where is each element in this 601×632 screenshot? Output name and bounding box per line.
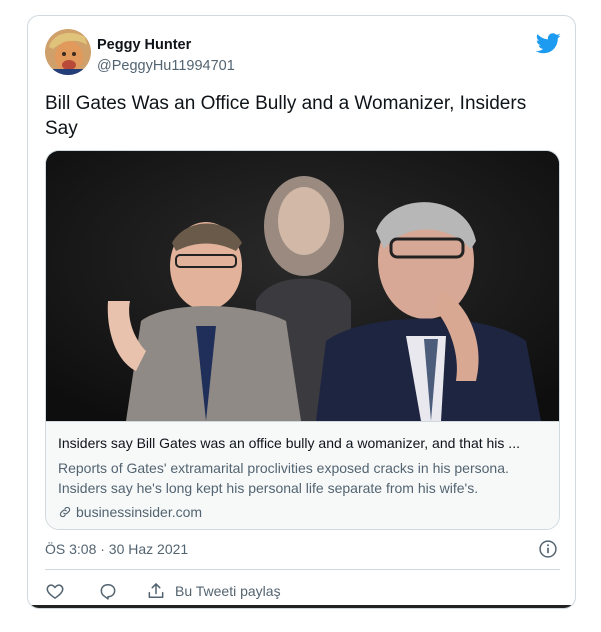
divider	[45, 569, 560, 570]
avatar[interactable]	[45, 29, 91, 75]
tweet-embed: Peggy Hunter @PeggyHu11994701 Bill Gates…	[27, 15, 576, 609]
card-domain[interactable]: businessinsider.com	[58, 504, 202, 520]
card-title[interactable]: Insiders say Bill Gates was an office bu…	[58, 435, 548, 451]
like-button[interactable]	[45, 581, 65, 601]
author-handle[interactable]: @PeggyHu11994701	[97, 58, 235, 74]
card-description: Reports of Gates' extramarital proclivit…	[58, 460, 509, 496]
card-domain-label: businessinsider.com	[76, 504, 203, 520]
reply-button[interactable]	[98, 581, 118, 601]
share-button[interactable]: Bu Tweeti paylaş	[146, 581, 281, 601]
share-upload-icon	[148, 583, 164, 598]
twitter-bird-icon[interactable]	[536, 33, 561, 54]
author-name[interactable]: Peggy Hunter	[97, 37, 191, 53]
reply-bubble-icon	[100, 584, 116, 600]
tweet-timestamp[interactable]: ÖS 3:08 · 30 Haz 2021	[45, 541, 188, 557]
heart-icon	[46, 584, 64, 599]
link-icon	[59, 506, 71, 518]
share-label: Bu Tweeti paylaş	[175, 583, 281, 599]
tweet-text: Bill Gates Was an Office Bully and a Wom…	[45, 93, 527, 139]
info-icon[interactable]	[538, 539, 558, 559]
tweet-actions: Bu Tweeti paylaş	[45, 579, 281, 603]
card-image	[46, 151, 559, 421]
link-card[interactable]: Insiders say Bill Gates was an office bu…	[45, 150, 560, 530]
card-meta: Insiders say Bill Gates was an office bu…	[46, 421, 559, 529]
